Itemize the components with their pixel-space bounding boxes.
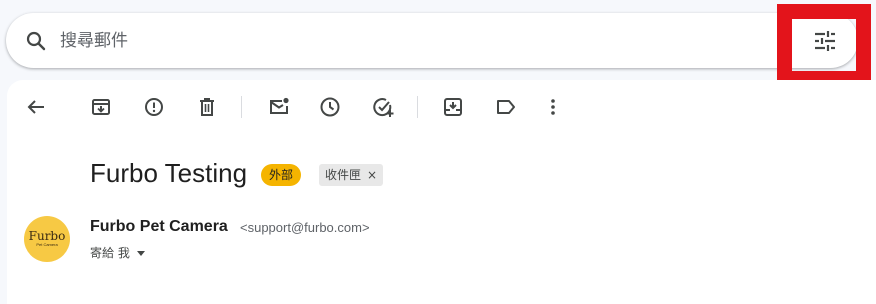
avatar-sub-text: Pet Camera: [36, 242, 58, 247]
delete-icon: [200, 98, 214, 116]
remove-label-button[interactable]: ×: [367, 164, 377, 186]
sender-email: <support@furbo.com>: [240, 220, 370, 235]
label-chip-inbox[interactable]: 收件匣 ×: [319, 164, 384, 186]
avatar[interactable]: Furbo Pet Camera: [24, 216, 70, 262]
email-subject: Furbo Testing: [90, 158, 248, 188]
report-spam-icon: [145, 98, 163, 116]
label-icon: [497, 100, 515, 114]
back-arrow-icon: [27, 100, 44, 114]
snooze-icon: [320, 97, 340, 117]
label-chip-inbox-text: 收件匣: [325, 168, 362, 182]
toolbar-divider: [241, 96, 242, 118]
tune-filter-icon[interactable]: [812, 28, 838, 54]
move-to-button[interactable]: [441, 95, 465, 119]
report-spam-button[interactable]: [142, 95, 166, 119]
mark-unread-button[interactable]: [267, 95, 291, 119]
gmail-email-view: Furbo Testing 外部 收件匣 × Furbo Pet Camera …: [0, 0, 876, 304]
move-to-icon: [444, 98, 462, 116]
avatar-brand-text: Furbo: [28, 229, 66, 243]
archive-icon: [92, 99, 110, 115]
caret-down-icon: [136, 250, 145, 256]
archive-button[interactable]: [89, 95, 113, 119]
add-to-tasks-button[interactable]: [371, 95, 395, 119]
delete-button[interactable]: [195, 95, 219, 119]
label-chip-external: 外部: [261, 164, 302, 186]
more-options-button[interactable]: [541, 95, 565, 119]
search-input[interactable]: [58, 27, 662, 55]
search-bar: [6, 13, 858, 68]
label-button[interactable]: [494, 95, 518, 119]
recipients-text: 寄給 我: [90, 246, 130, 260]
snooze-button[interactable]: [318, 95, 342, 119]
add-to-tasks-icon: [373, 98, 394, 117]
more-options-icon: [551, 99, 555, 115]
back-button[interactable]: [24, 95, 48, 119]
recipients-details-toggle[interactable]: 寄給 我: [90, 244, 146, 261]
mark-unread-icon: [270, 97, 289, 114]
sender-name: Furbo Pet Camera: [90, 218, 228, 235]
search-icon[interactable]: [24, 29, 48, 53]
toolbar-divider: [417, 96, 418, 118]
